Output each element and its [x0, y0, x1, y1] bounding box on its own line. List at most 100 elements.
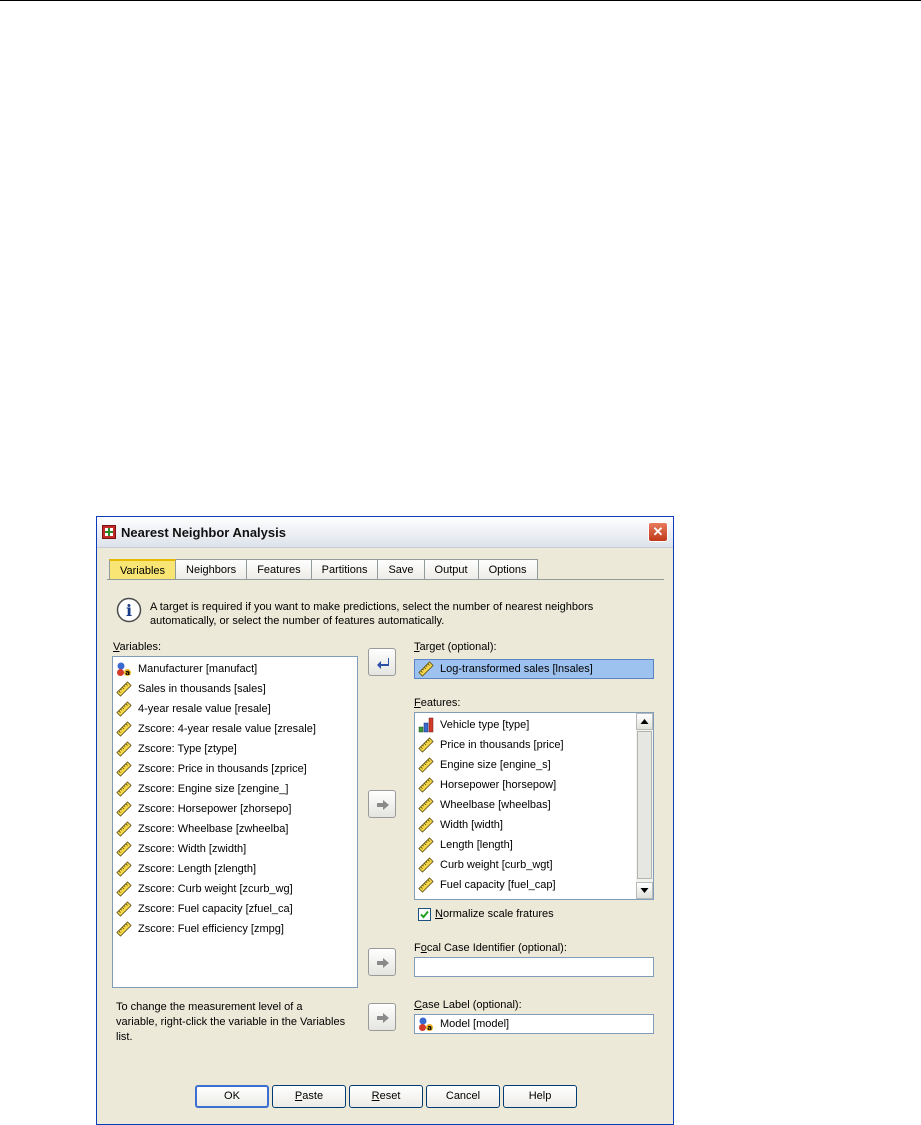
window-title: Nearest Neighbor Analysis [121, 525, 286, 540]
move-to-focal-button[interactable] [368, 948, 396, 976]
scale-icon [418, 777, 434, 793]
list-item[interactable]: Horsepower [horsepow] [415, 775, 653, 795]
case-label-field[interactable]: Model [model] [414, 1014, 654, 1034]
variables-list[interactable]: Manufacturer [manufact] Sales in thousand… [112, 656, 358, 988]
move-to-case-label-button[interactable] [368, 1003, 396, 1031]
list-item-label: Width [width] [440, 819, 503, 831]
label-part: eatures: [420, 697, 461, 709]
list-item[interactable]: Zscore: Engine size [zengine_] [113, 779, 357, 799]
triangle-down-icon [640, 888, 649, 893]
info-icon: i [116, 597, 142, 623]
paste-button[interactable]: Paste [272, 1085, 346, 1108]
list-item[interactable]: Zscore: Price in thousands [zprice] [113, 759, 357, 779]
list-item[interactable]: Wheelbase [wheelbas] [415, 795, 653, 815]
list-item[interactable]: Zscore: Type [ztype] [113, 739, 357, 759]
ok-button[interactable]: OK [195, 1085, 269, 1108]
list-item[interactable]: Zscore: Length [zlength] [113, 859, 357, 879]
list-item-label: Zscore: Horsepower [zhorsepo] [138, 803, 292, 815]
list-item-label: Zscore: Fuel efficiency [zmpg] [138, 923, 284, 935]
close-button[interactable]: ✕ [648, 522, 668, 542]
tab-options[interactable]: Options [478, 559, 538, 580]
label-part: F [414, 942, 421, 954]
label-part: eset [379, 1090, 401, 1102]
tab-partitions[interactable]: Partitions [311, 559, 379, 580]
list-item-label: Zscore: Fuel capacity [zfuel_ca] [138, 903, 293, 915]
scale-icon [418, 797, 434, 813]
list-item[interactable]: Zscore: Fuel capacity [zfuel_ca] [113, 899, 357, 919]
app-icon [102, 525, 116, 539]
list-item[interactable]: Engine size [engine_s] [415, 755, 653, 775]
list-item[interactable]: Zscore: 4-year resale value [zresale] [113, 719, 357, 739]
list-item[interactable]: Curb weight [curb_wgt] [415, 855, 653, 875]
tab-variables[interactable]: Variables [109, 559, 177, 580]
list-item[interactable]: Zscore: Wheelbase [zwheelba] [113, 819, 357, 839]
page-top-rule [0, 0, 921, 1]
normalize-checkbox[interactable] [418, 908, 431, 921]
scale-icon [418, 737, 434, 753]
checkmark-icon [420, 910, 429, 919]
mnemonic: C [414, 999, 422, 1011]
close-icon: ✕ [652, 524, 664, 539]
list-item-label: Fuel capacity [fuel_cap] [440, 879, 556, 891]
scroll-thumb[interactable] [637, 731, 652, 879]
help-button[interactable]: Help [503, 1085, 577, 1108]
list-item[interactable]: Zscore: Curb weight [zcurb_wg] [113, 879, 357, 899]
list-item[interactable]: Manufacturer [manufact] [113, 659, 357, 679]
features-items: Vehicle type [type] Price in thousands [p… [415, 715, 653, 895]
list-item-label: 4-year resale value [resale] [138, 703, 271, 715]
list-item[interactable]: Zscore: Horsepower [zhorsepo] [113, 799, 357, 819]
scale-icon [116, 901, 132, 917]
nominal-icon [419, 1017, 433, 1032]
list-item-label: Wheelbase [wheelbas] [440, 799, 551, 811]
scale-icon [116, 921, 132, 937]
scroll-up-button[interactable] [636, 713, 653, 730]
mnemonic: N [435, 908, 443, 920]
tab-save[interactable]: Save [378, 559, 425, 580]
list-item-label: Length [length] [440, 839, 513, 851]
list-item-label: Zscore: Type [ztype] [138, 743, 237, 755]
scroll-down-button[interactable] [636, 882, 653, 899]
list-item[interactable]: Price in thousands [price] [415, 735, 653, 755]
move-to-target-button[interactable] [368, 648, 396, 676]
list-item-label: Engine size [engine_s] [440, 759, 551, 771]
features-scrollbar[interactable] [636, 713, 653, 899]
target-field[interactable]: Log-transformed sales [lnsales] [414, 659, 654, 679]
focal-field[interactable] [414, 957, 654, 977]
list-item[interactable]: Width [width] [415, 815, 653, 835]
list-item-label: Zscore: Length [zlength] [138, 863, 257, 875]
reset-button[interactable]: Reset [349, 1085, 423, 1108]
focal-item [415, 958, 653, 976]
label-part: arget (optional): [419, 641, 497, 653]
tab-features[interactable]: Features [247, 559, 312, 580]
scale-icon [116, 701, 132, 717]
tab-panel-border [107, 579, 664, 580]
list-item[interactable]: 4-year resale value [resale] [113, 699, 357, 719]
list-item[interactable]: Vehicle type [type] [415, 715, 653, 735]
label-part: ariables: [119, 641, 162, 653]
case-label-item: Model [model] [415, 1015, 653, 1033]
title-bar[interactable]: Nearest Neighbor Analysis ✕ [97, 517, 673, 548]
move-to-features-button[interactable] [368, 790, 396, 818]
tab-neighbors[interactable]: Neighbors [176, 559, 248, 580]
list-item[interactable]: Zscore: Width [zwidth] [113, 839, 357, 859]
list-item[interactable]: Fuel capacity [fuel_cap] [415, 875, 653, 895]
list-item-label: Zscore: Price in thousands [zprice] [138, 763, 307, 775]
features-list[interactable]: Vehicle type [type] Price in thousands [p… [414, 712, 654, 900]
list-item-label: Vehicle type [type] [440, 719, 530, 731]
tab-output[interactable]: Output [424, 559, 479, 580]
list-item-label: Zscore: Curb weight [zcurb_wg] [138, 883, 293, 895]
list-item-label: Zscore: Wheelbase [zwheelba] [138, 823, 289, 835]
scale-icon [418, 877, 434, 893]
scale-icon [418, 837, 434, 853]
arrow-right-icon [377, 958, 389, 968]
list-item-label: Price in thousands [price] [440, 739, 564, 751]
list-item[interactable]: Length [length] [415, 835, 653, 855]
case-label-label: Case Label (optional): [414, 999, 522, 1011]
list-item[interactable]: Zscore: Fuel efficiency [zmpg] [113, 919, 357, 939]
arrow-return-icon [377, 658, 389, 669]
cancel-button[interactable]: Cancel [426, 1085, 500, 1108]
case-label-value: Model [model] [440, 1018, 510, 1030]
list-item-label: Zscore: 4-year resale value [zresale] [138, 723, 316, 735]
list-item[interactable]: Sales in thousands [sales] [113, 679, 357, 699]
arrow-right-icon [377, 1013, 389, 1023]
